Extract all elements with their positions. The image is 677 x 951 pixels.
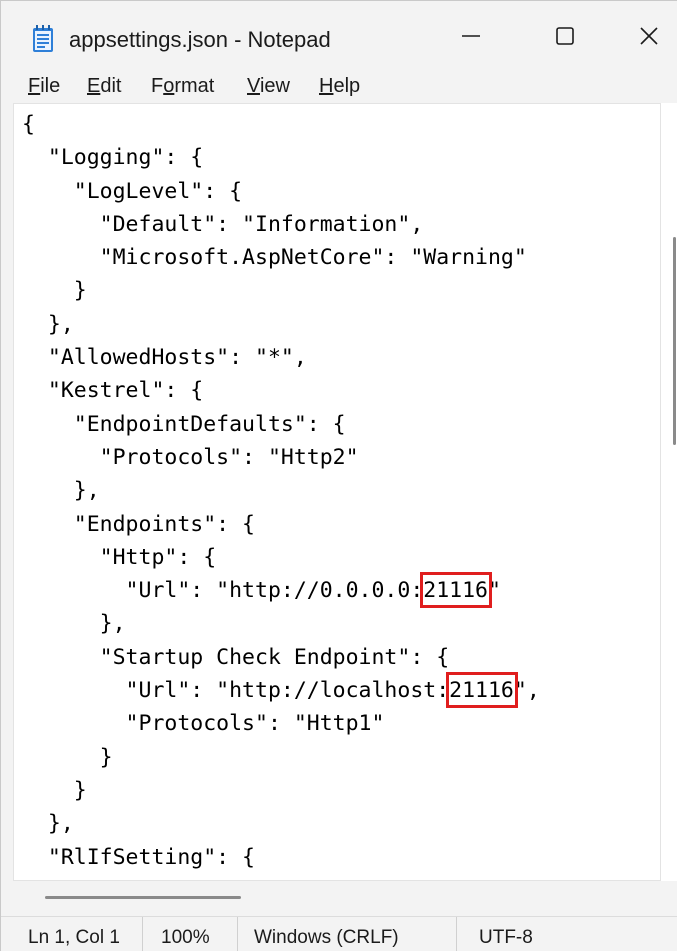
url-prefix: "Url": "http://localhost:	[22, 678, 450, 704]
code-line: }	[22, 744, 113, 770]
menu-bar: File Edit Format View Help	[1, 67, 677, 103]
horizontal-scrollbar[interactable]	[13, 881, 661, 909]
code-line: }	[22, 278, 87, 304]
code-line: "LogLevel": {	[22, 178, 243, 204]
menu-edit-label: dit	[100, 75, 122, 97]
menu-edit[interactable]: Edit	[87, 75, 121, 98]
highlighted-port: 21116	[449, 678, 514, 704]
title-bar[interactable]: appsettings.json - Notepad	[1, 1, 677, 67]
maximize-button[interactable]	[537, 13, 593, 59]
encoding: UTF-8	[479, 927, 533, 948]
minimize-button[interactable]	[443, 13, 499, 59]
close-icon	[639, 26, 659, 46]
menu-view-mnemonic: V	[247, 75, 260, 97]
notepad-icon	[32, 25, 54, 53]
code-line: "Default": "Information",	[22, 211, 424, 237]
code-line: "Endpoints": {	[22, 511, 255, 537]
menu-view[interactable]: View	[247, 75, 290, 98]
code-line: "EndpointDefaults": {	[22, 411, 346, 437]
code-line: "AllowedHosts": "*",	[22, 345, 307, 371]
highlighted-port: 21116	[423, 578, 489, 604]
status-divider	[142, 917, 143, 951]
code-line: "Logging": {	[22, 145, 204, 171]
code-line: "Protocols": "Http2"	[22, 444, 359, 470]
close-button[interactable]	[621, 13, 677, 59]
menu-format-label-pre: F	[151, 75, 164, 97]
menu-help-mnemonic: H	[319, 75, 334, 97]
menu-help[interactable]: Help	[319, 75, 360, 98]
code-line: },	[22, 611, 126, 637]
code-line: "Startup Check Endpoint": {	[22, 644, 450, 670]
maximize-icon	[555, 26, 575, 46]
editor-content[interactable]: { "Logging": { "LogLevel": { "Default": …	[22, 108, 540, 874]
zoom-level: 100%	[161, 927, 210, 948]
code-line: {	[22, 112, 35, 137]
cursor-position: Ln 1, Col 1	[28, 927, 120, 948]
status-divider	[237, 917, 238, 951]
code-line: },	[22, 478, 100, 504]
menu-view-label: iew	[259, 75, 290, 97]
menu-edit-mnemonic: E	[87, 75, 101, 97]
vertical-scroll-thumb[interactable]	[673, 237, 676, 445]
menu-file-label: ile	[40, 75, 61, 97]
code-line: "Protocols": "Http1"	[22, 711, 385, 737]
menu-file[interactable]: File	[28, 75, 60, 98]
window-title: appsettings.json - Notepad	[69, 27, 331, 52]
vertical-scrollbar[interactable]	[661, 103, 677, 881]
code-line: "Http": {	[22, 544, 217, 570]
menu-file-mnemonic: F	[28, 75, 41, 97]
text-editor[interactable]: { "Logging": { "LogLevel": { "Default": …	[13, 103, 661, 881]
code-line: },	[22, 811, 74, 837]
code-line: "Microsoft.AspNetCore": "Warning"	[22, 245, 527, 271]
line-ending: Windows (CRLF)	[254, 927, 399, 948]
menu-format-label: rmat	[174, 75, 215, 97]
notepad-window: appsettings.json - Notepad File Edit For…	[0, 0, 677, 951]
menu-help-label: elp	[333, 75, 361, 97]
code-line: }	[22, 777, 87, 803]
menu-format-mnemonic: o	[163, 75, 175, 97]
code-line: },	[22, 311, 74, 337]
status-divider	[456, 917, 457, 951]
code-line: "Kestrel": {	[22, 378, 204, 404]
code-line: "RlIfSetting": {	[22, 844, 255, 870]
url-prefix: "Url": "http://0.0.0.0:	[22, 578, 424, 604]
menu-format[interactable]: Format	[151, 75, 214, 98]
code-line-http-url: "Url": "http://0.0.0.0:21116"	[22, 574, 540, 607]
horizontal-scroll-thumb[interactable]	[45, 896, 241, 899]
code-line-startup-url: "Url": "http://localhost:21116",	[22, 674, 540, 707]
minimize-icon	[461, 26, 481, 46]
status-bar: Ln 1, Col 1 100% Windows (CRLF) UTF-8	[1, 916, 677, 951]
